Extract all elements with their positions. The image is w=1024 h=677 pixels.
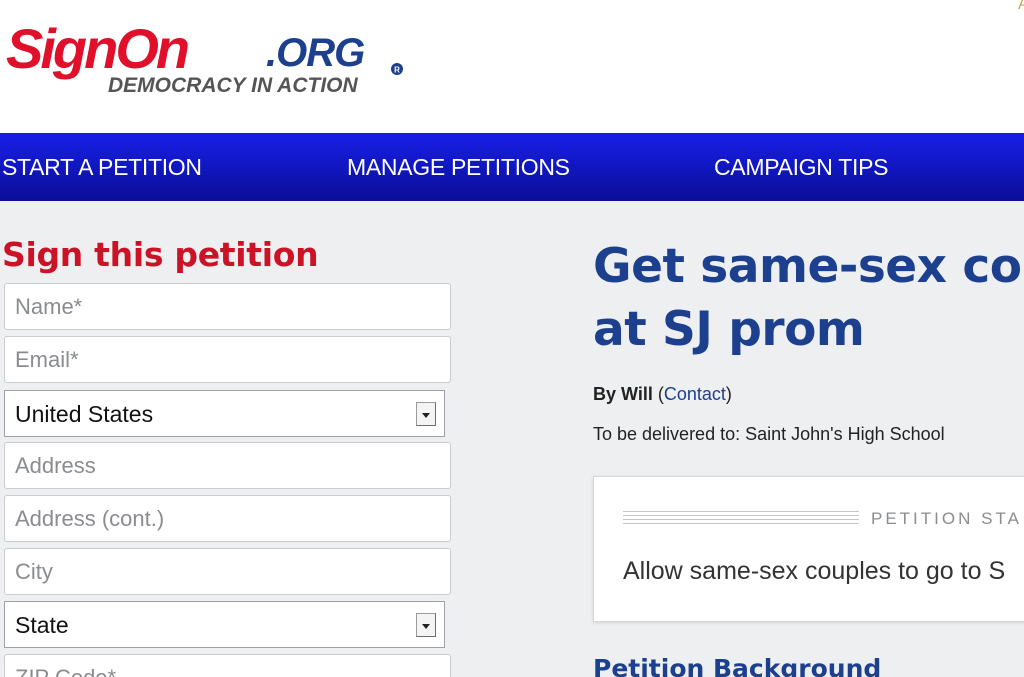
page-content: Sign this petition United States State G…: [0, 201, 1024, 677]
corner-text: A: [1018, 0, 1024, 13]
logo-tagline: DEMOCRACY IN ACTION: [108, 74, 359, 97]
contact-open: (: [652, 384, 664, 404]
nav-manage-petitions[interactable]: MANAGE PETITIONS: [347, 133, 570, 201]
dropdown-arrow-icon[interactable]: [416, 402, 436, 426]
by-prefix: By: [593, 384, 622, 404]
logo-brand-suffix: .ORG: [266, 31, 364, 75]
address-field[interactable]: [4, 442, 451, 489]
main-nav: START A PETITION MANAGE PETITIONS CAMPAI…: [0, 133, 1024, 201]
state-select[interactable]: State: [4, 601, 445, 648]
contact-link[interactable]: Contact: [664, 384, 726, 404]
contact-close: ): [725, 384, 732, 404]
statement-text: Allow same-sex couples to go to S: [623, 557, 1006, 585]
statement-label: PETITION STA: [871, 509, 1022, 528]
author-line: By Will (Contact): [593, 384, 732, 405]
petition-title-line2: at SJ prom: [593, 302, 865, 357]
delivered-to-line: To be delivered to: Saint John's High Sc…: [593, 424, 945, 444]
statement-divider: [623, 511, 859, 525]
site-header: SignOn .ORG R DEMOCRACY IN ACTION A: [0, 0, 1024, 133]
petition-background-heading: Petition Background: [593, 654, 882, 677]
author-name: Will: [621, 384, 653, 404]
country-select[interactable]: United States: [4, 390, 445, 437]
nav-start-petition[interactable]: START A PETITION: [2, 133, 202, 201]
logo-brand-main: SignOn: [6, 17, 188, 80]
sign-form-heading: Sign this petition: [2, 235, 319, 274]
email-field[interactable]: [4, 336, 451, 383]
state-select-value: State: [15, 612, 69, 638]
signon-logo[interactable]: SignOn .ORG R DEMOCRACY IN ACTION: [4, 14, 414, 104]
address-cont-field[interactable]: [4, 495, 451, 542]
dropdown-arrow-icon[interactable]: [416, 613, 436, 637]
name-field[interactable]: [4, 283, 451, 330]
petition-title: Get same-sex co at SJ prom: [593, 235, 1024, 361]
nav-campaign-tips[interactable]: CAMPAIGN TIPS: [714, 133, 888, 201]
registered-mark-letter: R: [394, 66, 400, 75]
petition-statement-card: PETITION STA Allow same-sex couples to g…: [593, 476, 1024, 622]
zip-code-field[interactable]: [4, 654, 451, 677]
city-field[interactable]: [4, 548, 451, 595]
country-select-value: United States: [15, 401, 154, 427]
petition-title-line1: Get same-sex co: [593, 239, 1022, 294]
